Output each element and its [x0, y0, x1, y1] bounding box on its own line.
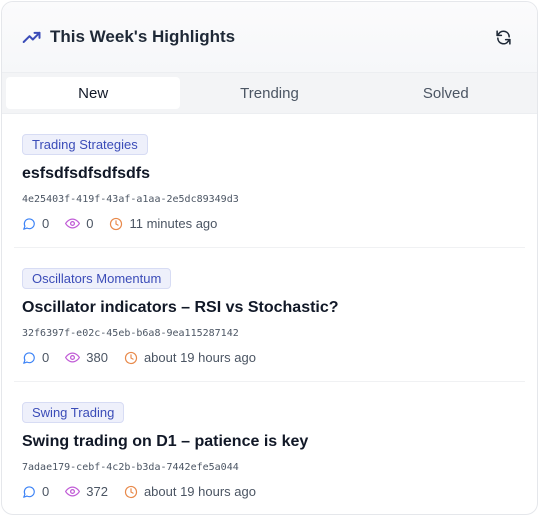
post-time: 11 minutes ago [109, 216, 217, 231]
view-count-value: 372 [86, 484, 108, 499]
post-id: 4e25403f-419f-43af-a1aa-2e5dc89349d3 [22, 194, 239, 205]
comment-count: 0 [22, 216, 49, 231]
eye-icon [65, 350, 81, 365]
category-tag[interactable]: Trading Strategies [22, 134, 148, 155]
comment-icon [22, 485, 36, 499]
trending-up-icon [22, 27, 42, 47]
view-count-value: 380 [86, 350, 108, 365]
comment-count: 0 [22, 484, 49, 499]
category-tag[interactable]: Swing Trading [22, 402, 125, 423]
post-time: about 19 hours ago [124, 484, 256, 499]
comment-count-value: 0 [42, 484, 50, 499]
tab-new[interactable]: New [6, 77, 181, 109]
view-count: 380 [65, 350, 108, 365]
post-id: 7adae179-cebf-4c2b-b3da-7442efe5a044 [22, 462, 239, 473]
post-title[interactable]: esfsdfsdfsdfsdfs [22, 165, 517, 183]
clock-icon [124, 485, 138, 499]
post-id: 32f6397f-e02c-45eb-b6a8-9ea115287142 [22, 328, 239, 339]
comment-count: 0 [22, 350, 49, 365]
eye-icon [65, 216, 81, 231]
eye-icon [65, 484, 81, 499]
view-count-value: 0 [86, 216, 94, 231]
clock-icon [109, 217, 123, 231]
tab-solved[interactable]: Solved [359, 77, 533, 109]
highlights-card: This Week's Highlights New Trending Solv… [1, 1, 538, 515]
post-time-value: about 19 hours ago [143, 484, 256, 499]
card-title: This Week's Highlights [50, 27, 236, 46]
comment-icon [22, 351, 36, 365]
card-header: This Week's Highlights [2, 2, 537, 73]
view-count: 0 [65, 216, 93, 231]
refresh-icon [495, 29, 512, 46]
post-meta: 0 380 about 19 hours ago [22, 350, 517, 365]
list-item[interactable]: Oscillators Momentum Oscillator indicato… [14, 248, 525, 382]
refresh-button[interactable] [489, 23, 517, 51]
post-meta: 0 0 11 minutes ago [22, 216, 517, 231]
post-time-value: 11 minutes ago [129, 216, 218, 231]
list-item[interactable]: Swing Trading Swing trading on D1 – pati… [14, 382, 525, 514]
comment-count-value: 0 [42, 350, 50, 365]
view-count: 372 [65, 484, 108, 499]
post-meta: 0 372 about 19 hours ago [22, 484, 517, 499]
post-list: Trading Strategies esfsdfsdfsdfsdfs 4e25… [2, 114, 537, 514]
post-time: about 19 hours ago [124, 350, 256, 365]
category-tag[interactable]: Oscillators Momentum [22, 268, 172, 289]
post-title[interactable]: Oscillator indicators – RSI vs Stochasti… [22, 299, 517, 317]
tab-trending[interactable]: Trending [182, 77, 356, 109]
clock-icon [124, 351, 138, 365]
post-time-value: about 19 hours ago [143, 350, 256, 365]
tab-bar: New Trending Solved [2, 73, 537, 114]
post-title[interactable]: Swing trading on D1 – patience is key [22, 433, 517, 451]
title-group: This Week's Highlights [22, 27, 235, 47]
list-item[interactable]: Trading Strategies esfsdfsdfsdfsdfs 4e25… [14, 114, 525, 248]
comment-count-value: 0 [42, 216, 50, 231]
comment-icon [22, 217, 36, 231]
